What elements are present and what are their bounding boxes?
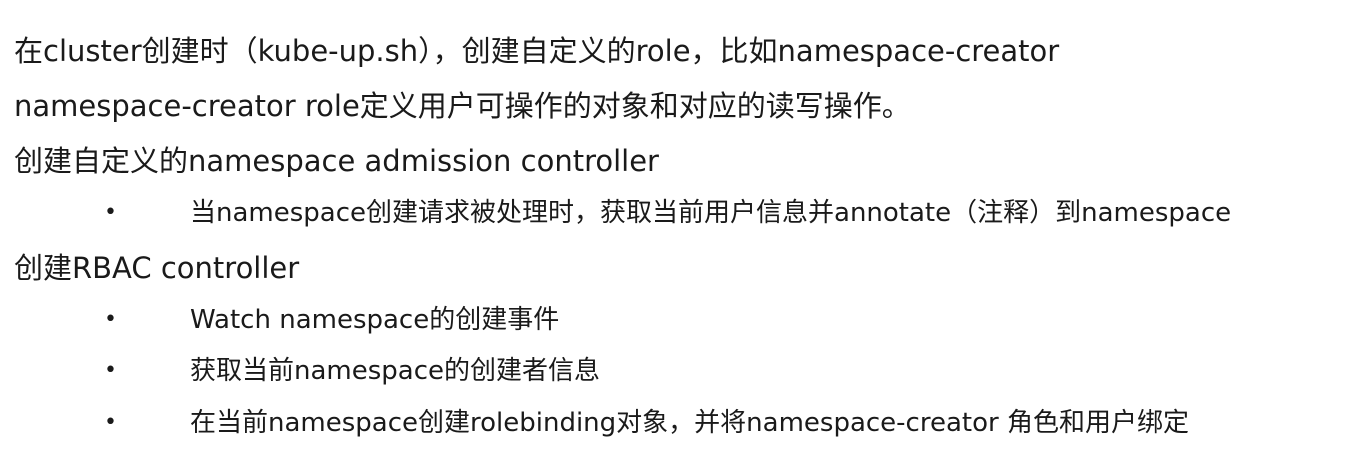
- paragraph-line: namespace-creator role定义用户可操作的对象和对应的读写操作…: [14, 89, 911, 123]
- bullet-icon: •: [104, 410, 117, 435]
- section-heading: 创建自定义的namespace admission controller: [14, 144, 659, 178]
- list-item-text: 获取当前namespace的创建者信息: [190, 356, 601, 386]
- document-body: 在cluster创建时（kube-up.sh），创建自定义的role，比如nam…: [0, 0, 1368, 450]
- list-item-text: 当namespace创建请求被处理时，获取当前用户信息并annotate（注释）…: [190, 198, 1232, 228]
- bullet-icon: •: [104, 307, 117, 332]
- bullet-icon: •: [104, 200, 117, 225]
- list-item-text: Watch namespace的创建事件: [190, 305, 560, 335]
- section-heading: 创建RBAC controller: [14, 251, 300, 285]
- list-item-text: 在当前namespace创建rolebinding对象，并将namespace-…: [190, 408, 1189, 438]
- paragraph-line: 在cluster创建时（kube-up.sh），创建自定义的role，比如nam…: [14, 34, 1060, 68]
- bullet-icon: •: [104, 358, 117, 383]
